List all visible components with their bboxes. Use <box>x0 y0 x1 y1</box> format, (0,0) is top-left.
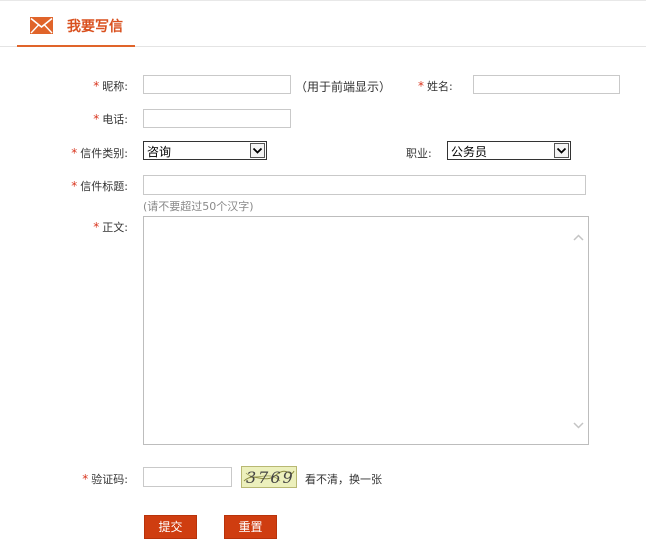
chevron-down-icon[interactable] <box>554 143 569 158</box>
phone-label: * 电话: <box>93 112 128 126</box>
captcha-label: * 验证码: <box>82 472 128 486</box>
textarea-scrollbar[interactable] <box>570 218 587 443</box>
chevron-down-icon[interactable] <box>250 143 265 158</box>
captcha-image[interactable]: 3769 <box>241 466 297 488</box>
occupation-label: 职业: <box>406 147 432 160</box>
nickname-note: （用于前端显示） <box>295 80 392 94</box>
header-accent-bar <box>17 45 135 47</box>
submit-button[interactable]: 提交 <box>144 515 197 539</box>
scroll-up-icon[interactable] <box>570 232 587 244</box>
required-mark: * <box>71 179 78 193</box>
scroll-down-icon[interactable] <box>570 419 587 431</box>
occupation-value: 公务员 <box>451 145 488 159</box>
required-mark: * <box>93 79 100 93</box>
captcha-input[interactable] <box>143 467 232 487</box>
top-border <box>0 0 646 1</box>
mail-icon <box>30 17 53 34</box>
required-mark: * <box>71 146 78 160</box>
body-label: * 正文: <box>93 220 128 234</box>
required-mark: * <box>93 220 100 234</box>
letter-title-input[interactable] <box>143 175 586 195</box>
letter-title-label: * 信件标题: <box>71 179 128 193</box>
page-title: 我要写信 <box>67 19 123 35</box>
occupation-select[interactable]: 公务员 <box>447 141 571 160</box>
captcha-text: 3769 <box>246 468 295 487</box>
name-input[interactable] <box>473 75 620 94</box>
letter-type-value: 咨询 <box>147 145 172 159</box>
letter-type-select[interactable]: 咨询 <box>143 141 267 160</box>
required-mark: * <box>82 472 89 486</box>
reset-button[interactable]: 重置 <box>224 515 277 539</box>
letter-title-hint: (请不要超过50个汉字) <box>143 200 254 213</box>
letter-type-label: * 信件类别: <box>71 146 128 160</box>
required-mark: * <box>93 112 100 126</box>
captcha-refresh-link[interactable]: 看不清，换一张 <box>305 471 382 487</box>
name-label: * 姓名: <box>418 79 453 93</box>
nickname-label: * 昵称: <box>93 79 128 93</box>
phone-input[interactable] <box>143 109 291 128</box>
required-mark: * <box>418 79 424 93</box>
body-textarea[interactable] <box>143 216 589 445</box>
nickname-input[interactable] <box>143 75 291 94</box>
